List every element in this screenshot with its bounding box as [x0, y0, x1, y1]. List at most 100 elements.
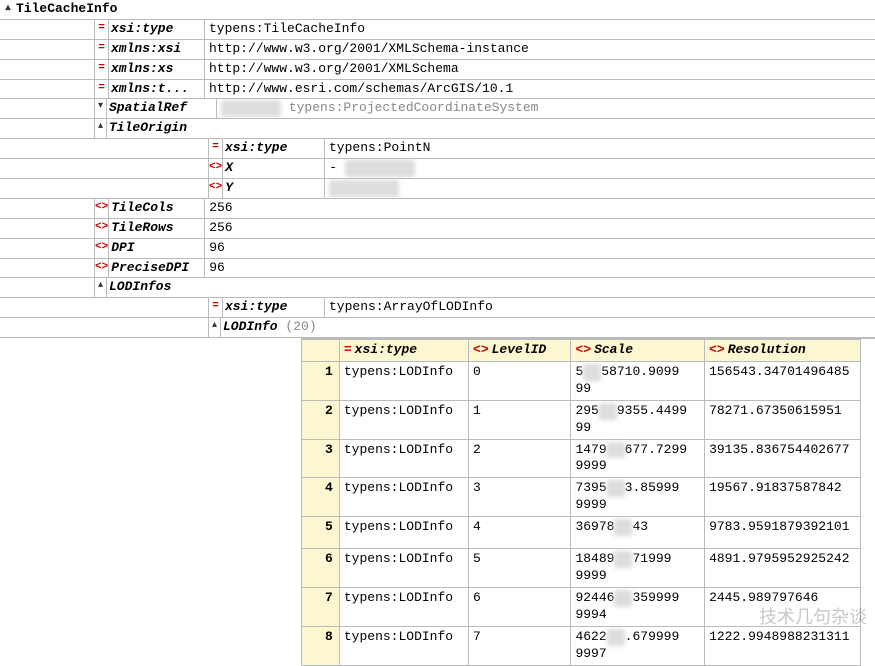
element-icon: <>	[95, 199, 109, 218]
indent	[0, 99, 95, 118]
row-number: 3	[302, 439, 340, 478]
element-row[interactable]: <>TileRows256	[0, 219, 875, 239]
node-value: http://www.w3.org/2001/XMLSchema-instanc…	[205, 40, 875, 59]
node-key: xmlns:t...	[109, 80, 205, 99]
table-row[interactable]: 7typens:LODInfo692446xx35999999942445.98…	[302, 587, 861, 626]
node-key: SpatialRef	[107, 99, 217, 118]
node-key: DPI	[109, 239, 205, 258]
attr-icon: =	[209, 139, 223, 158]
node-value: - xxxxxx	[325, 159, 875, 178]
indent	[0, 60, 95, 79]
expand-toggle-icon[interactable]: ▴	[95, 278, 107, 297]
cell-scale: 7395xx3.859999999	[571, 478, 705, 517]
cell-scale: 36978xx43	[571, 517, 705, 549]
attr-row[interactable]: =xsi:typetypens:PointN	[0, 139, 875, 159]
attr-row[interactable]: <>Y xxxxxx	[0, 179, 875, 199]
node-key: TileOrigin	[107, 119, 875, 138]
row-number: 4	[302, 478, 340, 517]
cell-level: 2	[469, 439, 571, 478]
cell-level: 1	[469, 400, 571, 439]
cell-resolution: 19567.91837587842	[705, 478, 861, 517]
attr-row[interactable]: <>X- xxxxxx	[0, 159, 875, 179]
node-value: xxxxxx	[325, 179, 875, 198]
node-key: LODInfo (20)	[221, 318, 875, 337]
cell-scale: 18489xx719999999	[571, 549, 705, 588]
table-row[interactable]: 6typens:LODInfo518489xx7199999994891.979…	[302, 549, 861, 588]
cell-level: 5	[469, 549, 571, 588]
indent	[0, 80, 95, 99]
attr-row[interactable]: =xmlns:t...http://www.esri.com/schemas/A…	[0, 80, 875, 100]
indent	[0, 40, 95, 59]
lod-table-wrap: =xsi:type <>LevelID <>Scale <>Resolution…	[301, 338, 875, 665]
table-row[interactable]: 1typens:LODInfo05xx58710.909999156543.34…	[302, 362, 861, 401]
cell-scale: 295xx9355.449999	[571, 400, 705, 439]
element-icon: <>	[209, 179, 223, 198]
expand-toggle-icon[interactable]: ▴	[2, 1, 14, 18]
lodinfos-node[interactable]: ▴ LODInfos	[0, 278, 875, 298]
rownum-header	[302, 340, 340, 362]
cell-resolution: 4891.9795952925242	[705, 549, 861, 588]
element-icon: <>	[209, 159, 223, 178]
table-row[interactable]: 3typens:LODInfo21479xx677.7299999939135.…	[302, 439, 861, 478]
element-row[interactable]: <>TileCols256	[0, 199, 875, 219]
lod-header-row: =xsi:type <>LevelID <>Scale <>Resolution	[302, 340, 861, 362]
table-row[interactable]: 8typens:LODInfo74622xx.67999999971222.99…	[302, 626, 861, 665]
cell-resolution: 78271.67350615951	[705, 400, 861, 439]
cell-type: typens:LODInfo	[339, 478, 468, 517]
table-row[interactable]: 5typens:LODInfo436978xx439783.9591879392…	[302, 517, 861, 549]
node-key: X	[223, 159, 325, 178]
cell-level: 6	[469, 587, 571, 626]
attr-row[interactable]: =xsi:typetypens:TileCacheInfo	[0, 20, 875, 40]
col-header-scale[interactable]: <>Scale	[571, 340, 705, 362]
node-value: http://www.esri.com/schemas/ArcGIS/10.1	[205, 80, 875, 99]
cell-type: typens:LODInfo	[339, 587, 468, 626]
node-value: 96	[205, 259, 875, 278]
tile-origin-node[interactable]: ▴ TileOrigin	[0, 119, 875, 139]
element-row[interactable]: <>PreciseDPI96	[0, 259, 875, 279]
element-icon: <>	[95, 219, 109, 238]
node-key: TileCols	[109, 199, 205, 218]
element-icon: <>	[95, 239, 109, 258]
indent	[0, 278, 95, 297]
node-key: xsi:type	[223, 298, 325, 317]
attr-icon: =	[95, 60, 109, 79]
attr-row[interactable]: =xmlns:xshttp://www.w3.org/2001/XMLSchem…	[0, 60, 875, 80]
col-header-type[interactable]: =xsi:type	[339, 340, 468, 362]
node-key: LODInfos	[107, 278, 875, 297]
indent	[0, 179, 209, 198]
cell-resolution: 156543.34701496485	[705, 362, 861, 401]
cell-type: typens:LODInfo	[339, 400, 468, 439]
row-number: 6	[302, 549, 340, 588]
expand-toggle-icon[interactable]: ▾	[95, 99, 107, 118]
root-node[interactable]: ▴ TileCacheInfo	[0, 0, 875, 20]
table-row[interactable]: 4typens:LODInfo37395xx3.85999999919567.9…	[302, 478, 861, 517]
indent	[0, 199, 95, 218]
expand-toggle-icon[interactable]: ▴	[95, 119, 107, 138]
col-header-level[interactable]: <>LevelID	[469, 340, 571, 362]
node-key: PreciseDPI	[109, 259, 205, 278]
row-number: 5	[302, 517, 340, 549]
node-key: TileRows	[109, 219, 205, 238]
cell-scale: 5xx58710.909999	[571, 362, 705, 401]
node-key: xsi:type	[223, 139, 325, 158]
expand-toggle-icon[interactable]: ▴	[209, 318, 221, 337]
lodinfo-array-node[interactable]: ▴ LODInfo (20)	[0, 318, 875, 338]
node-value: xxxxx typens:ProjectedCoordinateSystem	[217, 99, 875, 118]
spatial-ref-node[interactable]: ▾ SpatialRef xxxxx typens:ProjectedCoord…	[0, 99, 875, 119]
col-header-resolution[interactable]: <>Resolution	[705, 340, 861, 362]
attr-icon: =	[95, 40, 109, 59]
indent	[0, 298, 209, 317]
node-key: Y	[223, 179, 325, 198]
cell-scale: 4622xx.6799999997	[571, 626, 705, 665]
node-value: typens:PointN	[325, 139, 875, 158]
cell-type: typens:LODInfo	[339, 439, 468, 478]
lodinfos-xsitype[interactable]: = xsi:type typens:ArrayOfLODInfo	[0, 298, 875, 318]
table-row[interactable]: 2typens:LODInfo1295xx9355.44999978271.67…	[302, 400, 861, 439]
element-row[interactable]: <>DPI96	[0, 239, 875, 259]
row-number: 1	[302, 362, 340, 401]
lod-table: =xsi:type <>LevelID <>Scale <>Resolution…	[301, 339, 861, 665]
row-number: 7	[302, 587, 340, 626]
cell-resolution: 39135.836754402677	[705, 439, 861, 478]
attr-row[interactable]: =xmlns:xsihttp://www.w3.org/2001/XMLSche…	[0, 40, 875, 60]
root-title: TileCacheInfo	[16, 1, 117, 18]
